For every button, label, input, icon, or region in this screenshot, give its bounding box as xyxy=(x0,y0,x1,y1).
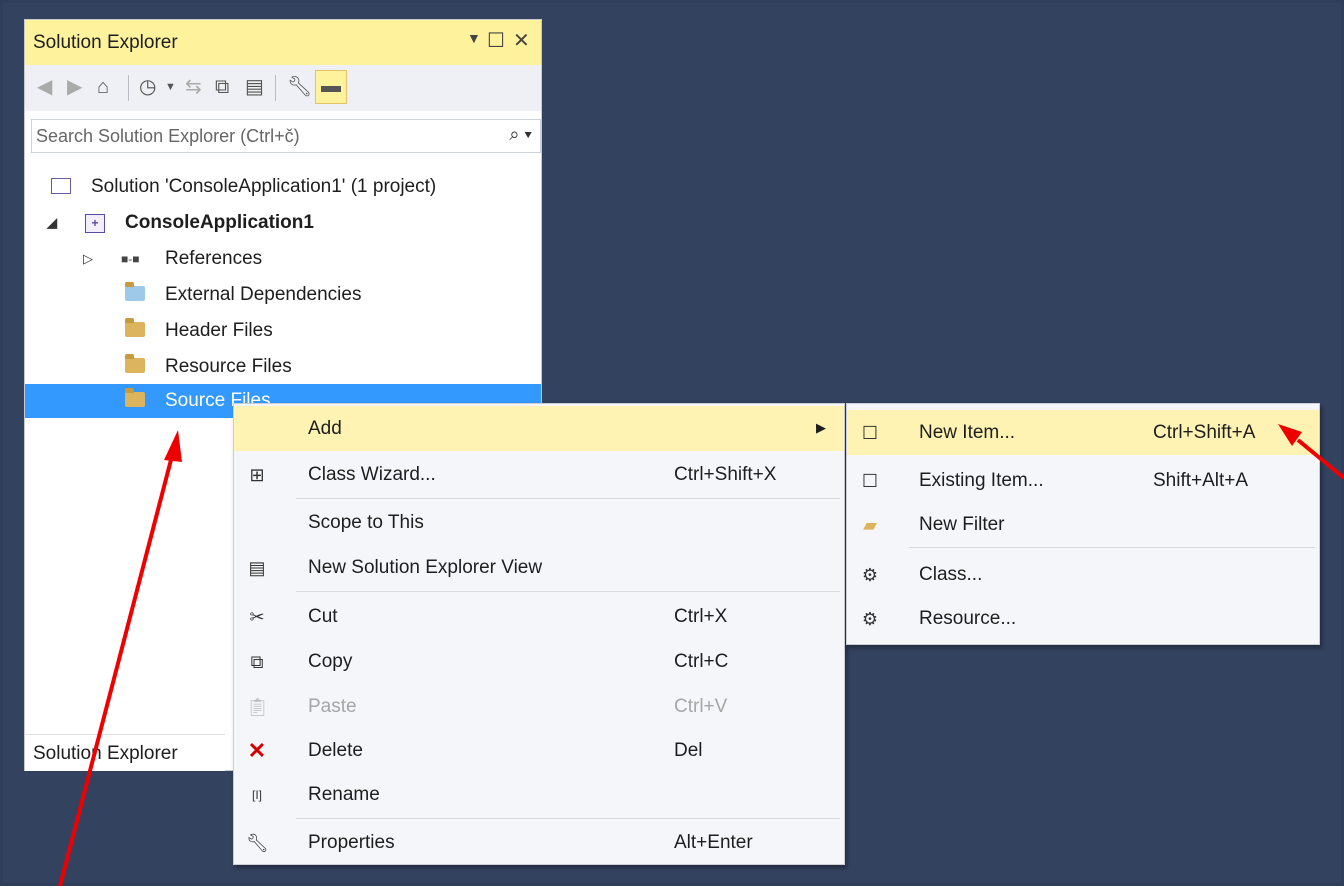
annotation-arrow-line xyxy=(58,455,174,886)
annotation-arrowhead xyxy=(164,430,182,462)
annotation-arrows xyxy=(58,424,1344,886)
annotation-arrow-line xyxy=(1296,438,1344,480)
